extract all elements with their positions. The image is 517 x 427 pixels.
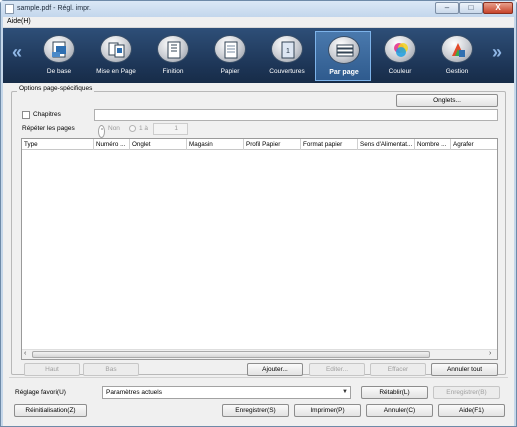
color-icon xyxy=(384,35,416,63)
repeat-no-label: Non xyxy=(108,125,120,132)
chapters-checkbox[interactable] xyxy=(22,111,30,119)
tab-color[interactable]: Couleur xyxy=(374,31,426,81)
favorite-select[interactable]: Paramètres actuels ▼ xyxy=(102,386,351,399)
tab-paper[interactable]: Papier xyxy=(204,31,256,81)
management-icon xyxy=(441,35,473,63)
reset-button[interactable]: Réinitialisation(Z) xyxy=(14,404,87,417)
scrollbar-thumb[interactable] xyxy=(32,351,430,358)
horizontal-scrollbar[interactable]: ‹ › xyxy=(22,349,497,359)
menu-bar: Aide(H) xyxy=(3,17,514,28)
cancel-button[interactable]: Annuler(C) xyxy=(366,404,433,417)
tab-management-label: Gestion xyxy=(445,68,469,75)
col-paper-size[interactable]: Format papier xyxy=(301,139,358,150)
save-button[interactable]: Enregistrer(S) xyxy=(222,404,289,417)
repeat-count-field[interactable]: 1 xyxy=(153,123,188,135)
scroll-right-icon[interactable]: » xyxy=(492,42,502,63)
repeat-range-label: 1 à xyxy=(139,125,149,132)
category-toolbar: « » De base Mise en Page Finition Papier… xyxy=(3,28,514,83)
col-number[interactable]: Numéro ... xyxy=(94,139,130,150)
tab-color-label: Couleur xyxy=(388,68,412,75)
tab-basic-label: De base xyxy=(46,68,72,75)
minimize-button[interactable]: – xyxy=(435,2,459,14)
col-count[interactable]: Nombre ... xyxy=(415,139,451,150)
maximize-button[interactable]: □ xyxy=(459,2,483,14)
tab-finishing-label: Finition xyxy=(162,68,184,75)
save-favorite-button[interactable]: Enregistrer(B) xyxy=(433,386,500,399)
restore-button[interactable]: Rétablir(L) xyxy=(361,386,428,399)
undo-all-button[interactable]: Annuler tout xyxy=(431,363,498,376)
help-button[interactable]: Aide(F1) xyxy=(438,404,505,417)
favorite-label: Réglage favori(U) xyxy=(15,389,66,396)
move-down-button[interactable]: Bas xyxy=(83,363,139,376)
close-button[interactable]: X xyxy=(483,2,513,14)
tab-finishing[interactable]: Finition xyxy=(147,31,199,81)
chapters-label: Chapitres xyxy=(33,111,61,118)
col-tray[interactable]: Magasin xyxy=(187,139,244,150)
document-icon xyxy=(5,4,14,14)
divider xyxy=(9,377,508,378)
paper-icon xyxy=(214,35,246,63)
menu-help[interactable]: Aide(H) xyxy=(7,18,31,25)
tabs-button[interactable]: Onglets... xyxy=(396,94,498,107)
tab-basic[interactable]: De base xyxy=(33,31,85,81)
scroll-right-arrow-icon[interactable]: › xyxy=(489,350,491,357)
tab-covers-label: Couvertures xyxy=(269,68,305,75)
repeat-no-radio[interactable] xyxy=(98,125,105,138)
col-type[interactable]: Type xyxy=(22,139,94,150)
scroll-left-arrow-icon[interactable]: ‹ xyxy=(24,350,26,357)
tab-paper-label: Papier xyxy=(220,68,240,75)
basic-settings-icon xyxy=(43,35,75,63)
col-tab[interactable]: Onglet xyxy=(130,139,187,150)
delete-button[interactable]: Effacer xyxy=(370,363,426,376)
repeat-range-radio[interactable] xyxy=(129,125,136,132)
scroll-left-icon[interactable]: « xyxy=(12,42,22,63)
chapters-field[interactable] xyxy=(94,109,498,121)
move-up-button[interactable]: Haut xyxy=(24,363,80,376)
table-header: Type Numéro ... Onglet Magasin Profil Pa… xyxy=(22,139,497,150)
print-settings-window: sample.pdf - Régl. impr. – □ X Aide(H) «… xyxy=(0,0,517,427)
title-bar: sample.pdf - Régl. impr. – □ X xyxy=(1,1,516,17)
col-paper-profile[interactable]: Profil Papier xyxy=(244,139,301,150)
layout-icon xyxy=(100,35,132,63)
tab-covers[interactable]: 1 Couvertures xyxy=(261,31,313,81)
cover-icon: 1 xyxy=(271,35,303,63)
main-content: « » De base Mise en Page Finition Papier… xyxy=(3,28,514,426)
tab-layout-label: Mise en Page xyxy=(96,68,136,75)
edit-button[interactable]: Editer... xyxy=(309,363,365,376)
svg-text:1: 1 xyxy=(286,48,290,55)
repeat-pages-label: Répéter les pages xyxy=(22,125,75,132)
page-settings-table[interactable]: Type Numéro ... Onglet Magasin Profil Pa… xyxy=(21,138,498,360)
page-options-legend: Options page-spécifiques xyxy=(17,85,95,92)
per-page-icon xyxy=(328,36,360,64)
finishing-icon xyxy=(157,35,189,63)
window-title: sample.pdf - Régl. impr. xyxy=(17,5,91,12)
favorite-select-value: Paramètres actuels xyxy=(106,389,162,396)
col-feed-direction[interactable]: Sens d'Alimentat... xyxy=(358,139,415,150)
print-button[interactable]: Imprimer(P) xyxy=(294,404,361,417)
tab-layout[interactable]: Mise en Page xyxy=(90,31,142,81)
tab-per-page[interactable]: Par page xyxy=(315,31,371,81)
tab-management[interactable]: Gestion xyxy=(431,31,483,81)
col-staple[interactable]: Agrafer xyxy=(451,139,497,150)
chevron-down-icon: ▼ xyxy=(342,389,348,395)
tab-per-page-label: Par page xyxy=(329,69,359,76)
add-button[interactable]: Ajouter... xyxy=(247,363,303,376)
